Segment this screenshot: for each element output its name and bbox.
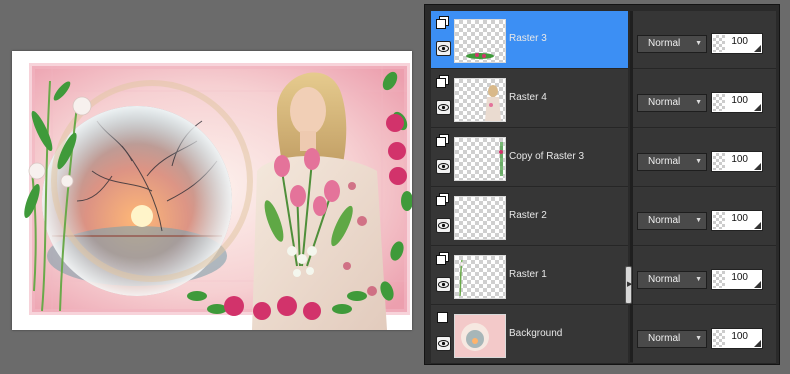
blend-mode-dropdown[interactable]: Normal ▼: [637, 35, 707, 53]
raster-layer-icon: [436, 252, 449, 265]
chevron-down-icon: ▼: [695, 99, 702, 106]
layer-controls: Normal ▼ 100: [633, 70, 776, 128]
blend-mode-dropdown[interactable]: Normal ▼: [637, 271, 707, 289]
transparency-swatch: [713, 212, 725, 229]
chevron-down-icon: ▼: [695, 335, 702, 342]
transparency-swatch: [713, 35, 725, 52]
layer-row-copy-of-raster-3[interactable]: Copy of Raster 3: [431, 129, 628, 187]
layers-panel: Raster 3 Raster 4 Copy of Raster 3 Raste…: [424, 4, 780, 365]
layer-controls: Normal ▼ 100: [633, 11, 776, 69]
layer-properties: Normal ▼ 100 Normal ▼ 100 Normal ▼ 100 Norm…: [633, 11, 776, 364]
chevron-down-icon: ▼: [695, 40, 702, 47]
blend-mode-dropdown[interactable]: Normal ▼: [637, 212, 707, 230]
layer-row-raster-2[interactable]: Raster 2: [431, 188, 628, 246]
eye-icon[interactable]: [436, 100, 451, 115]
eye-icon[interactable]: [436, 159, 451, 174]
opacity-field[interactable]: 100: [711, 92, 763, 113]
layer-list: Raster 3 Raster 4 Copy of Raster 3 Raste…: [431, 11, 628, 364]
raster-layer-icon: [436, 16, 449, 29]
layer-name: Raster 3: [509, 33, 547, 44]
opacity-value: 100: [731, 213, 748, 224]
layer-controls: Normal ▼ 100: [633, 306, 776, 364]
blend-mode-dropdown[interactable]: Normal ▼: [637, 94, 707, 112]
opacity-slider-handle-icon[interactable]: [754, 45, 761, 52]
blend-mode-value: Normal: [648, 274, 681, 285]
transparency-swatch: [713, 271, 725, 288]
layer-name: Raster 4: [509, 92, 547, 103]
layer-thumbnail: [454, 255, 506, 299]
layer-controls: Normal ▼ 100: [633, 188, 776, 246]
layer-name: Raster 1: [509, 269, 547, 280]
blend-mode-value: Normal: [648, 97, 681, 108]
blend-mode-value: Normal: [648, 156, 681, 167]
layer-row-raster-1[interactable]: Raster 1: [431, 247, 628, 305]
layer-name: Background: [509, 328, 563, 339]
layer-thumbnail: [454, 137, 506, 181]
layer-name: Copy of Raster 3: [509, 151, 585, 162]
artwork-canvas[interactable]: Sim: [12, 51, 412, 330]
raster-layer-icon: [436, 134, 449, 147]
eye-icon[interactable]: [436, 336, 451, 351]
transparency-swatch: [713, 94, 725, 111]
raster-layer-icon: [436, 193, 449, 206]
layer-row-background[interactable]: Background: [431, 306, 628, 364]
blend-mode-dropdown[interactable]: Normal ▼: [637, 330, 707, 348]
blend-mode-value: Normal: [648, 38, 681, 49]
chevron-down-icon: ▼: [695, 276, 702, 283]
layer-row-raster-4[interactable]: Raster 4: [431, 70, 628, 128]
eye-icon[interactable]: [436, 218, 451, 233]
opacity-field[interactable]: 100: [711, 328, 763, 349]
layer-controls: Normal ▼ 100: [633, 247, 776, 305]
layer-name: Raster 2: [509, 210, 547, 221]
opacity-slider-handle-icon[interactable]: [754, 104, 761, 111]
artwork-image: [12, 51, 412, 330]
opacity-value: 100: [731, 95, 748, 106]
opacity-slider-handle-icon[interactable]: [754, 340, 761, 347]
opacity-field[interactable]: 100: [711, 269, 763, 290]
blend-mode-value: Normal: [648, 333, 681, 344]
chevron-down-icon: ▼: [695, 217, 702, 224]
layer-thumbnail: [454, 196, 506, 240]
background-layer-icon: [437, 312, 448, 323]
opacity-value: 100: [731, 331, 748, 342]
opacity-value: 100: [731, 272, 748, 283]
transparency-swatch: [713, 153, 725, 170]
raster-layer-icon: [436, 75, 449, 88]
blend-mode-dropdown[interactable]: Normal ▼: [637, 153, 707, 171]
panel-splitter-handle[interactable]: ▶: [625, 266, 632, 304]
layer-thumbnail: [454, 19, 506, 63]
opacity-slider-handle-icon[interactable]: [754, 222, 761, 229]
chevron-down-icon: ▼: [695, 158, 702, 165]
chevron-right-icon: ▶: [627, 281, 633, 288]
opacity-field[interactable]: 100: [711, 151, 763, 172]
opacity-slider-handle-icon[interactable]: [754, 281, 761, 288]
opacity-value: 100: [731, 36, 748, 47]
layer-thumbnail: [454, 78, 506, 122]
layer-thumbnail: [454, 314, 506, 358]
layer-controls: Normal ▼ 100: [633, 129, 776, 187]
layer-row-raster-3[interactable]: Raster 3: [431, 11, 628, 69]
eye-icon[interactable]: [436, 277, 451, 292]
transparency-swatch: [713, 330, 725, 347]
opacity-slider-handle-icon[interactable]: [754, 163, 761, 170]
opacity-field[interactable]: 100: [711, 33, 763, 54]
blend-mode-value: Normal: [648, 215, 681, 226]
eye-icon[interactable]: [436, 41, 451, 56]
opacity-field[interactable]: 100: [711, 210, 763, 231]
opacity-value: 100: [731, 154, 748, 165]
